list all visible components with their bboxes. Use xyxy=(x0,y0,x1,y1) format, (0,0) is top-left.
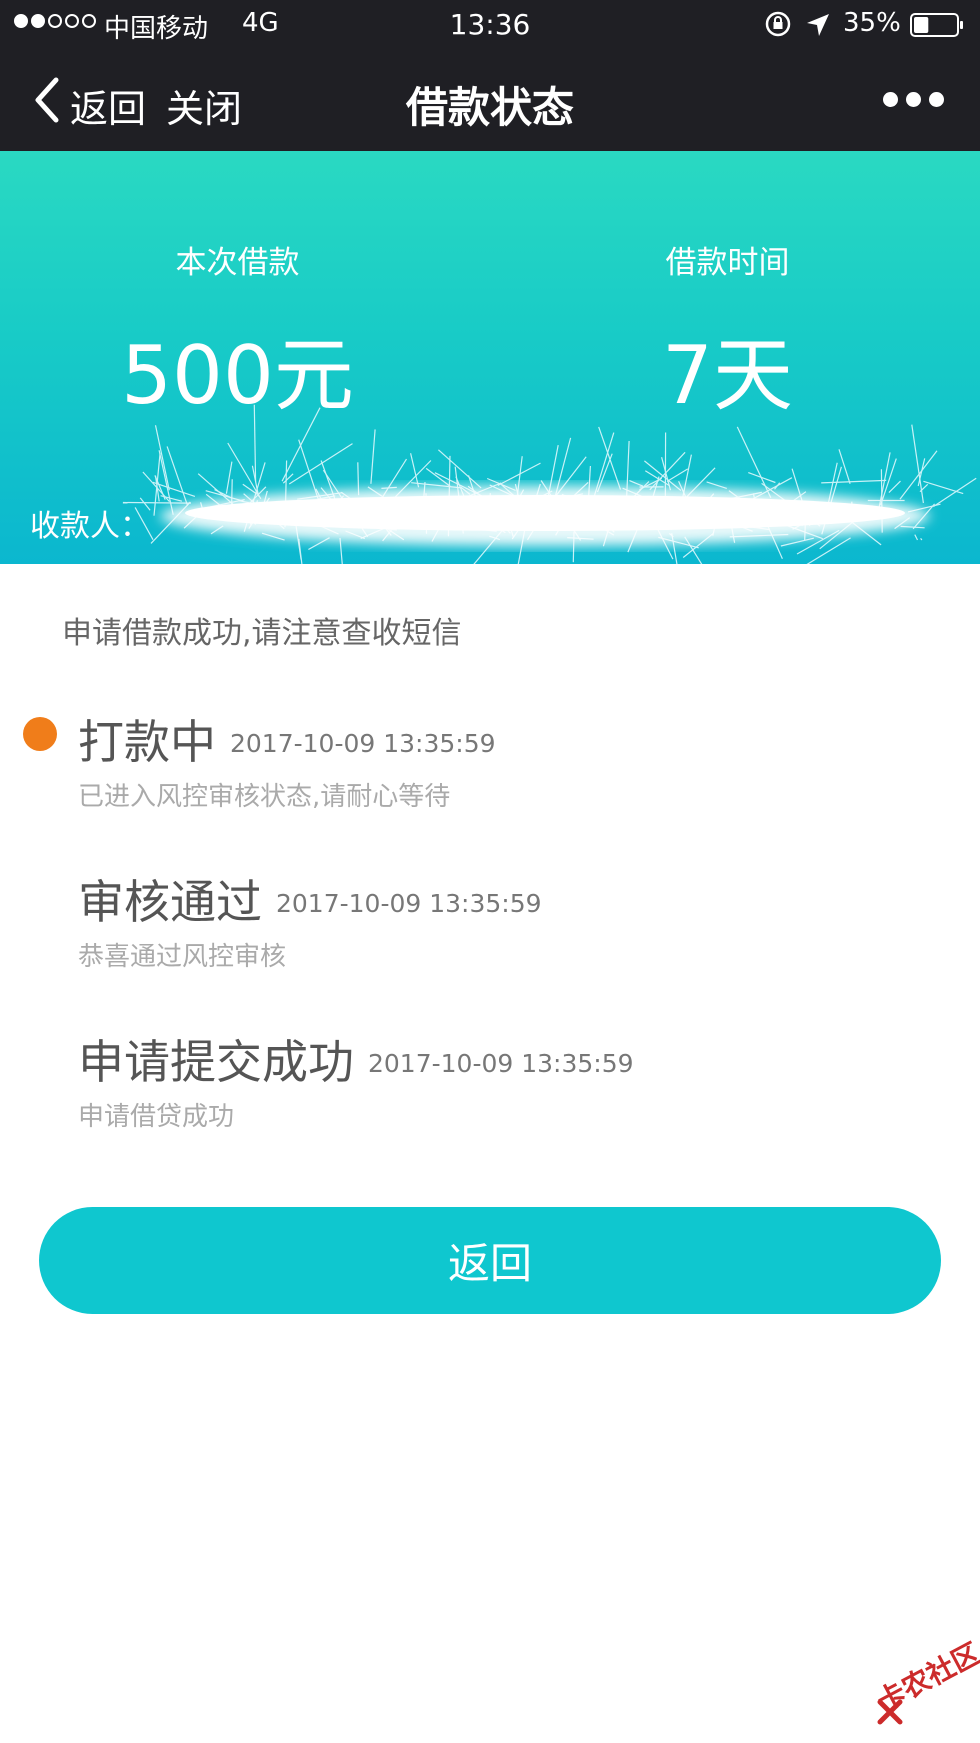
success-notice: 申请借款成功,请注意查收短信 xyxy=(62,616,462,651)
rotation-lock-icon xyxy=(765,11,791,37)
timeline-time: 2017-10-09 13:35:59 xyxy=(368,1049,634,1078)
loan-summary-banner: 本次借款 500元 借款时间 7天 收款人： xyxy=(0,151,980,564)
payee-label: 收款人： xyxy=(30,509,150,544)
timeline-desc: 已进入风控审核状态,请耐心等待 xyxy=(78,782,451,812)
status-time: 13:36 xyxy=(449,8,531,41)
active-status-dot xyxy=(23,717,57,751)
return-button[interactable]: 返回 xyxy=(39,1207,941,1314)
loan-amount-label: 本次借款 xyxy=(175,245,300,281)
loan-term-value: 7天 xyxy=(662,329,793,422)
loan-term-label: 借款时间 xyxy=(665,245,790,281)
watermark-logo-icon xyxy=(877,1699,903,1725)
battery-percent: 35% xyxy=(843,8,901,38)
top-bar: 中国移动 4G 13:36 35% 返回 关闭 借款状态 xyxy=(0,0,980,151)
timeline-title: 申请提交成功 2017-10-09 13:35:59 xyxy=(78,1035,634,1089)
timeline-time: 2017-10-09 13:35:59 xyxy=(230,729,496,758)
status-bar: 中国移动 4G 13:36 35% xyxy=(0,0,980,50)
page-title: 借款状态 xyxy=(405,83,574,132)
timeline-time: 2017-10-09 13:35:59 xyxy=(276,889,542,918)
location-arrow-icon xyxy=(807,14,829,36)
timeline-title: 审核通过 2017-10-09 13:35:59 xyxy=(78,875,542,929)
timeline-title: 打款中 2017-10-09 13:35:59 xyxy=(78,715,496,769)
timeline-desc: 申请借贷成功 xyxy=(78,1102,235,1132)
battery-icon xyxy=(910,13,963,37)
more-menu-icon[interactable] xyxy=(883,92,944,107)
loan-amount-value: 500元 xyxy=(121,329,354,422)
timeline-desc: 恭喜通过风控审核 xyxy=(78,942,287,972)
